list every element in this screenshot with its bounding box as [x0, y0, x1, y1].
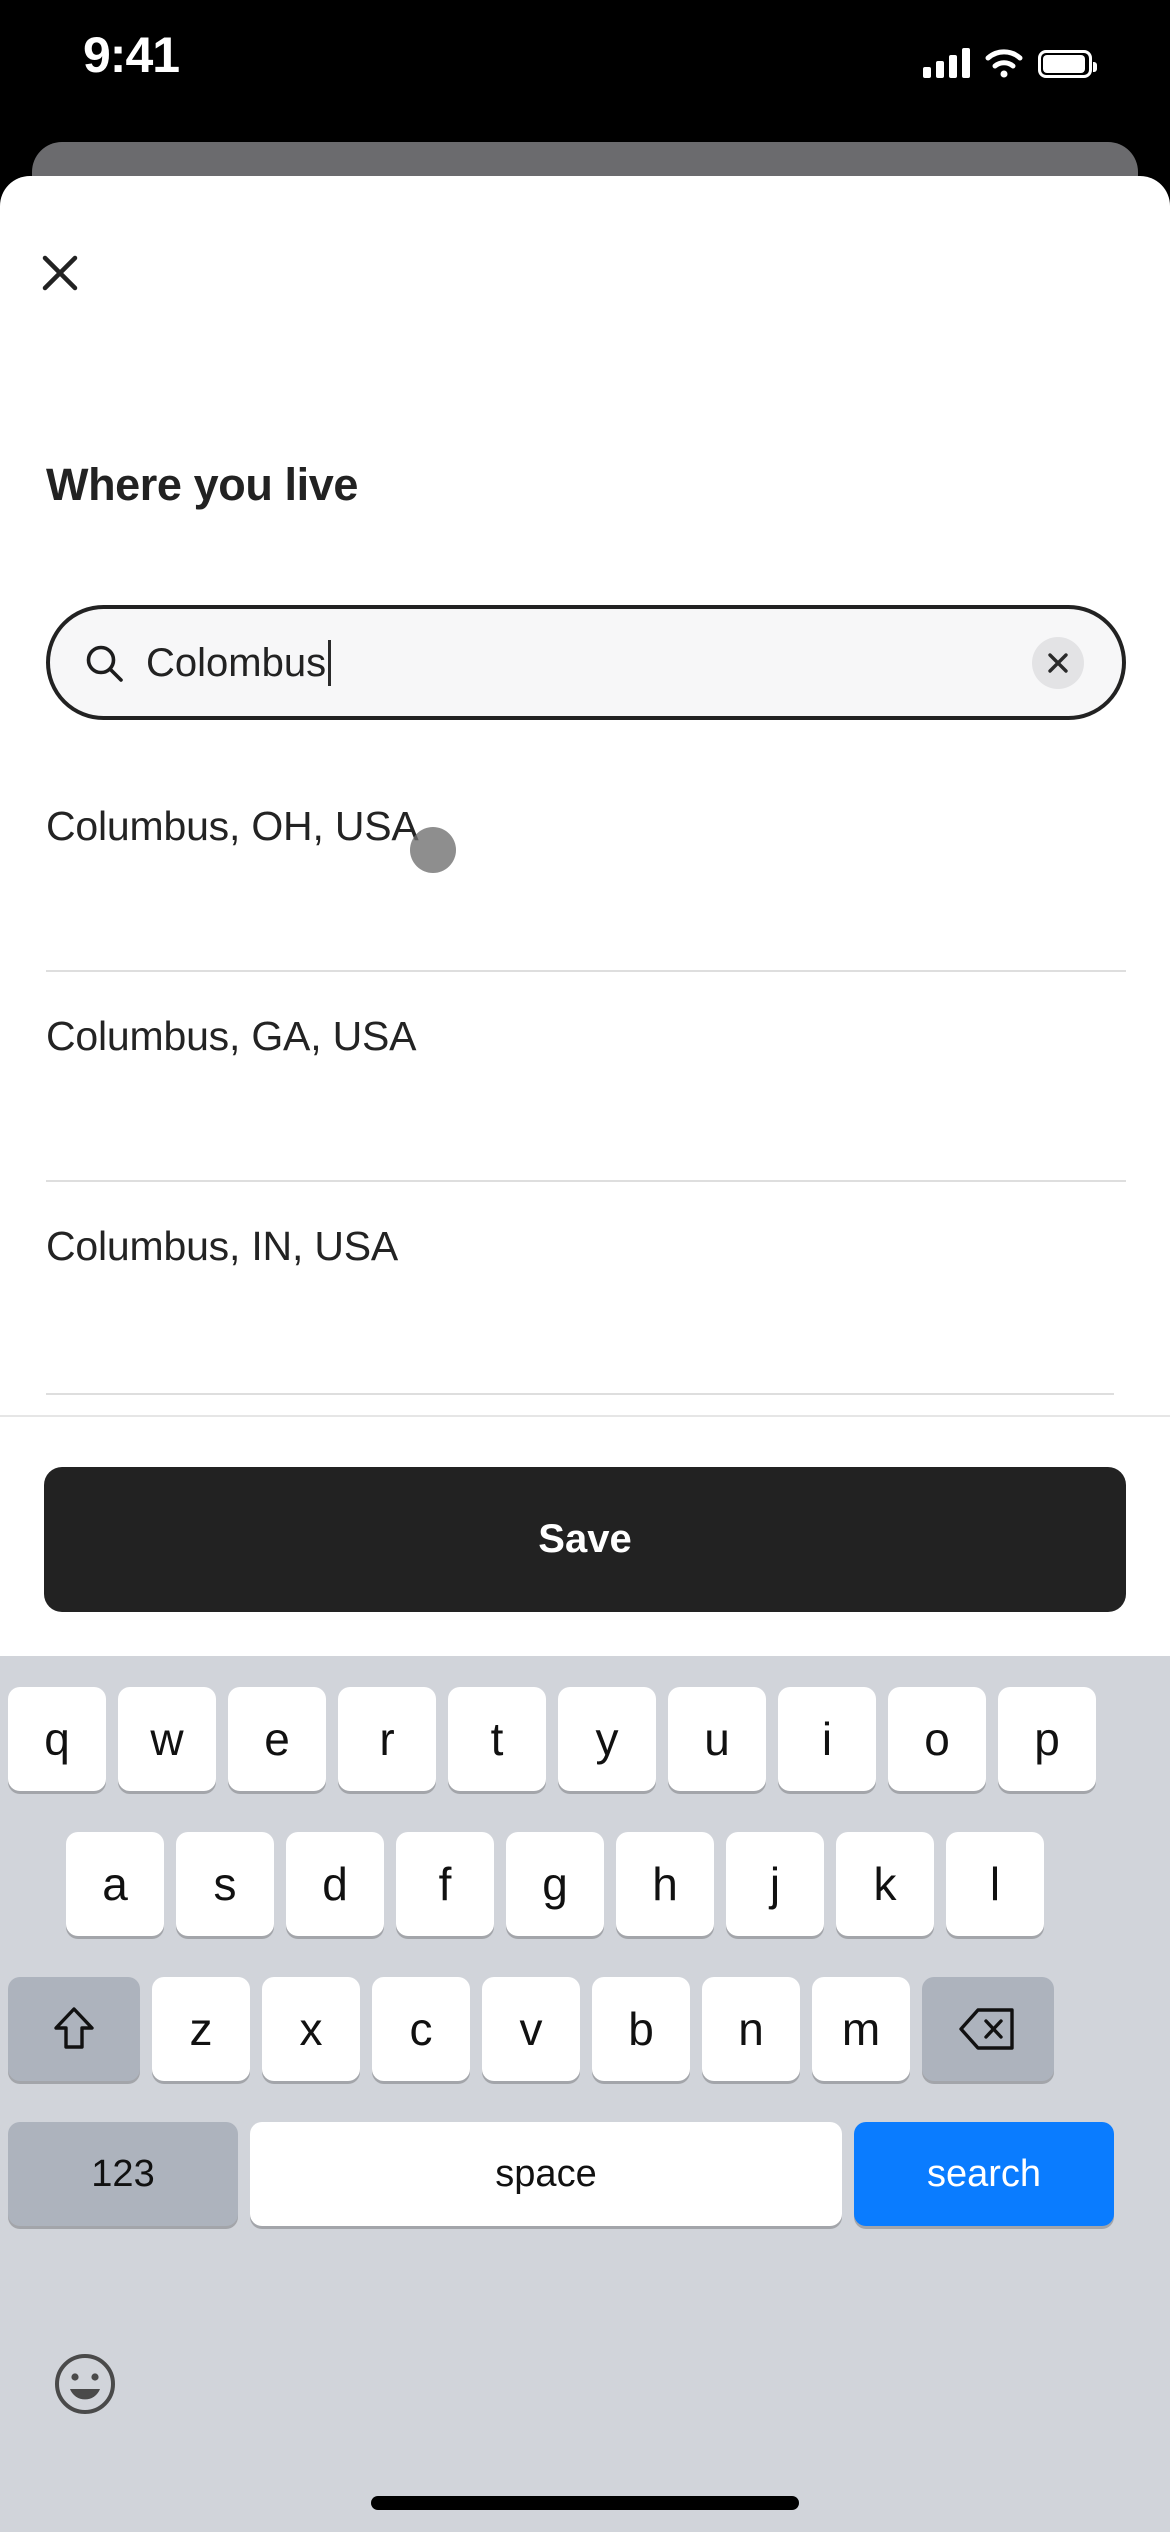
key-r[interactable]: r	[338, 1687, 436, 1791]
key-f[interactable]: f	[396, 1832, 494, 1936]
key-d[interactable]: d	[286, 1832, 384, 1936]
page-title: Where you live	[46, 459, 358, 510]
text-caret	[328, 639, 332, 686]
status-time: 9:41	[83, 27, 180, 83]
key-e[interactable]: e	[228, 1687, 326, 1791]
key-x[interactable]: x	[262, 1977, 360, 2081]
key-t[interactable]: t	[448, 1687, 546, 1791]
search-icon	[82, 641, 126, 685]
pointer-cursor	[410, 827, 456, 873]
home-indicator	[371, 2496, 799, 2510]
close-button[interactable]	[36, 249, 84, 297]
result-label: Columbus, OH, USA	[46, 802, 419, 849]
space-key[interactable]: space	[250, 2122, 842, 2226]
on-screen-keyboard: q w e r t y u i o p a s d f g h j k l z …	[0, 1656, 1170, 2532]
key-z[interactable]: z	[152, 1977, 250, 2081]
key-p[interactable]: p	[998, 1687, 1096, 1791]
key-y[interactable]: y	[558, 1687, 656, 1791]
clear-search-button[interactable]	[1032, 636, 1084, 689]
key-u[interactable]: u	[668, 1687, 766, 1791]
key-i[interactable]: i	[778, 1687, 876, 1791]
search-results-list: Columbus, OH, USA Columbus, GA, USA Colu…	[0, 760, 1170, 1395]
wifi-icon	[984, 48, 1024, 78]
key-a[interactable]: a	[66, 1832, 164, 1936]
key-j[interactable]: j	[726, 1832, 824, 1936]
backspace-delete-icon	[959, 2008, 1014, 2050]
search-input-value: Colombus	[146, 639, 1032, 686]
keyboard-row-1: q w e r t y u i o p	[8, 1687, 1096, 1791]
key-h[interactable]: h	[616, 1832, 714, 1936]
search-input[interactable]: Colombus	[46, 605, 1126, 720]
key-g[interactable]: g	[506, 1832, 604, 1936]
list-item[interactable]: Columbus, OH, USA	[0, 760, 1170, 892]
sheet-footer: Save	[0, 1415, 1170, 1656]
result-label: Columbus, IN, USA	[46, 1222, 399, 1269]
list-divider	[46, 1393, 1114, 1395]
cellular-signal-icon	[923, 48, 970, 78]
key-n[interactable]: n	[702, 1977, 800, 2081]
list-item[interactable]: Columbus, IN, USA	[0, 1180, 1170, 1312]
shift-key[interactable]	[8, 1977, 140, 2081]
key-m[interactable]: m	[812, 1977, 910, 2081]
shift-up-arrow-icon	[54, 2007, 94, 2049]
save-button[interactable]: Save	[44, 1467, 1126, 1612]
key-c[interactable]: c	[372, 1977, 470, 2081]
phone-screen: 9:41 Where you live Colombus Columbus, O…	[0, 0, 1170, 2532]
key-w[interactable]: w	[118, 1687, 216, 1791]
list-item[interactable]: Columbus, GA, USA	[0, 970, 1170, 1102]
status-bar: 9:41	[0, 0, 1170, 142]
result-label: Columbus, GA, USA	[46, 1012, 417, 1059]
key-s[interactable]: s	[176, 1832, 274, 1936]
backspace-key[interactable]	[922, 1977, 1054, 2081]
search-text: Colombus	[146, 640, 327, 685]
key-q[interactable]: q	[8, 1687, 106, 1791]
clear-circle-icon	[1048, 652, 1068, 673]
key-v[interactable]: v	[482, 1977, 580, 2081]
emoji-smiley-icon	[55, 2354, 115, 2414]
key-o[interactable]: o	[888, 1687, 986, 1791]
keyboard-row-3: z x c v b n m	[8, 1977, 1054, 2081]
search-return-key[interactable]: search	[854, 2122, 1114, 2226]
status-icons	[923, 40, 1097, 78]
emoji-key[interactable]	[50, 2349, 120, 2419]
key-b[interactable]: b	[592, 1977, 690, 2081]
key-l[interactable]: l	[946, 1832, 1044, 1936]
keyboard-row-2: a s d f g h j k l	[66, 1832, 1044, 1936]
key-k[interactable]: k	[836, 1832, 934, 1936]
numbers-key[interactable]: 123	[8, 2122, 238, 2226]
keyboard-row-4: 123 space search	[8, 2122, 1114, 2226]
battery-icon	[1038, 50, 1097, 78]
close-icon	[42, 255, 78, 291]
